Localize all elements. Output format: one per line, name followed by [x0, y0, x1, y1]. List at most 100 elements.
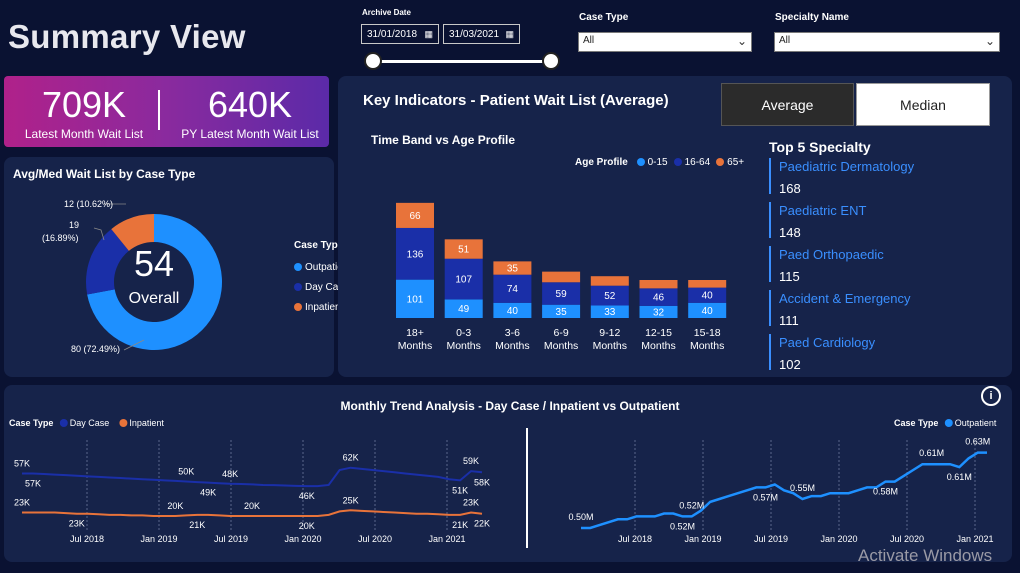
median-toggle-button[interactable]: Median	[856, 83, 990, 126]
trend-line-day-case[interactable]	[22, 466, 483, 488]
py-latest-month-wait-list-label: PY Latest Month Wait List	[181, 127, 319, 141]
py-latest-month-wait-list-value: 640K	[207, 84, 293, 125]
bar-data-label: 136	[407, 249, 424, 260]
legend-label: 16-64	[684, 157, 711, 168]
bar-data-label: 101	[407, 294, 424, 305]
bar-65-9-12-months[interactable]	[590, 276, 629, 286]
date-from-input[interactable]: 31/01/2018 ▦	[361, 24, 439, 44]
bar-data-label: 40	[702, 306, 714, 317]
trend-point-label: 0.52M	[670, 521, 695, 531]
trend-point-label: 0.55M	[790, 483, 815, 493]
bar-legend-item-16-64[interactable]: 16-64	[673, 157, 711, 168]
latest-month-wait-list-label: Latest Month Wait List	[24, 127, 144, 141]
legend-dot	[716, 158, 725, 167]
trend-point-label: 23K	[14, 498, 30, 508]
average-toggle-button[interactable]: Average	[721, 83, 854, 126]
trend-x-tick: Jan 2019	[140, 534, 177, 544]
bar-data-label: 40	[507, 306, 519, 317]
bar-category-label: Months	[495, 340, 529, 352]
trend-legend-item-inpatient[interactable]: Inpatient	[129, 418, 164, 428]
bar-category-label: 6-9	[554, 327, 569, 339]
bar-category-label: Months	[641, 340, 675, 352]
trend-divider	[526, 428, 528, 548]
specialty-name[interactable]: Accident & Emergency	[779, 291, 911, 306]
specialty-value: All	[779, 35, 791, 46]
activate-windows-watermark: Activate Windows	[858, 546, 993, 565]
bar-category-label: 9-12	[599, 327, 620, 339]
bar-data-label: 40	[702, 291, 714, 302]
date-to-value: 31/03/2021	[449, 28, 500, 40]
specialty-name[interactable]: Paediatric Dermatology	[779, 159, 914, 174]
specialty-name[interactable]: Paed Cardiology	[779, 335, 875, 350]
trend-point-label: 21K	[452, 520, 468, 530]
trend-x-tick: Jul 2019	[214, 534, 248, 544]
trend-point-label: 50K	[178, 467, 194, 477]
legend-dot	[294, 263, 302, 272]
bar-category-label: 3-6	[505, 327, 520, 339]
trend-x-tick: Jul 2018	[618, 534, 652, 544]
daycase-inpatient-trend-chart: Case Type Day Case Inpatient Jul 2018 Jan 20…	[9, 418, 490, 544]
date-from-value: 31/01/2018	[367, 28, 418, 40]
legend-dot	[944, 419, 953, 427]
trend-legend: Case Type Outpatient	[894, 418, 997, 428]
bar-data-label: 52	[604, 291, 616, 302]
legend-dot	[294, 303, 302, 312]
case-type-select[interactable]: All ⌄	[578, 32, 752, 52]
bar-chart-title: Time Band vs Age Profile	[371, 133, 516, 147]
trend-point-label: 22K	[474, 519, 490, 529]
donut-label-daycase: 19	[69, 220, 79, 230]
trend-title: Monthly Trend Analysis - Day Case / Inpa…	[340, 399, 680, 413]
trend-x-tick: Jan 2020	[284, 534, 321, 544]
bar-category-label: Months	[544, 340, 578, 352]
trend-legend-item-day-case[interactable]: Day Case	[70, 418, 110, 428]
specialty-accent-bar	[769, 202, 771, 238]
donut-label-inpatient: 12 (10.62%)	[64, 199, 113, 209]
legend-dot	[673, 158, 682, 167]
bar-data-label: 74	[507, 284, 519, 295]
trend-point-label: 0.61M	[947, 472, 972, 482]
specialty-value: 168	[779, 181, 801, 196]
specialty-name[interactable]: Paed Orthopaedic	[779, 247, 884, 262]
info-icon[interactable]: i	[981, 386, 1001, 406]
specialty-select[interactable]: All ⌄	[774, 32, 1000, 52]
trend-x-tick: Jan 2019	[684, 534, 721, 544]
trend-line-outpatient[interactable]	[581, 451, 987, 530]
bar-category-label: 12-15	[645, 327, 672, 339]
trend-point-label: 20K	[244, 501, 260, 511]
trend-point-label: 58K	[474, 477, 490, 487]
specialty-value: 148	[779, 225, 801, 240]
donut-center-label: Overall	[129, 290, 180, 307]
trend-point-label: 51K	[452, 485, 468, 495]
date-range-slider-track[interactable]	[372, 60, 552, 63]
top5-specialty-title: Top 5 Specialty	[769, 139, 871, 155]
calendar-icon[interactable]: ▦	[505, 29, 514, 40]
bar-65-15-18-months[interactable]	[688, 280, 727, 288]
bar-legend-title: Age Profile	[575, 157, 628, 168]
bar-65-12-15-months[interactable]	[639, 280, 678, 289]
trend-point-label: 0.57M	[753, 492, 778, 502]
specialty-accent-bar	[769, 158, 771, 194]
bar-category-label: 15-18	[694, 327, 721, 339]
date-range-slider-end-handle[interactable]	[542, 52, 560, 70]
bar-data-label: 46	[653, 293, 665, 304]
trend-x-tick: Jul 2018	[70, 534, 104, 544]
bar-legend-item-65[interactable]: 65+	[716, 157, 744, 168]
trend-legend-item-outpatient[interactable]: Outpatient	[955, 418, 997, 428]
bar-legend-item-0-15[interactable]: 0-15	[636, 157, 668, 168]
trend-point-label: 46K	[299, 491, 315, 501]
archive-date-label: Archive Date	[362, 8, 411, 17]
specialty-name[interactable]: Paediatric ENT	[779, 203, 866, 218]
date-range-slider-start-handle[interactable]	[364, 52, 382, 70]
trend-line-inpatient[interactable]	[22, 509, 483, 517]
bar-data-label: 32	[653, 307, 665, 318]
trend-point-label: 0.52M	[679, 500, 704, 510]
kpi-divider	[158, 90, 160, 130]
bar-65-6-9-months[interactable]	[542, 271, 581, 283]
trend-point-label: 0.61M	[919, 448, 944, 458]
bar-data-label: 107	[455, 275, 472, 286]
legend-label: 0-15	[647, 157, 668, 168]
trend-point-label: 59K	[463, 456, 479, 466]
legend-dot	[294, 283, 302, 292]
date-to-input[interactable]: 31/03/2021 ▦	[443, 24, 520, 44]
calendar-icon[interactable]: ▦	[424, 29, 433, 40]
